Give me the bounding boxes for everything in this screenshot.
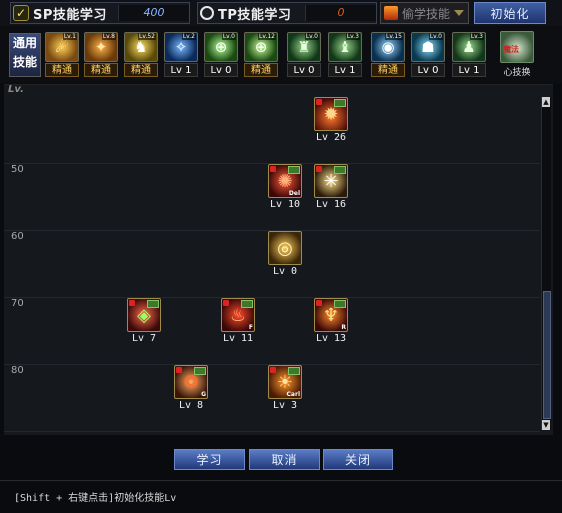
skill-level-tag: Lv 1 (452, 63, 486, 77)
skill-level-tag: 精通 (45, 63, 79, 77)
blaze-skill-icon: ☀ Carl (268, 365, 302, 399)
general-skill-slot[interactable]: ♟ Lv.3 Lv 1 (452, 32, 486, 78)
footer-hint-bar: [Shift + 右键点击]初始化技能Lv (0, 480, 562, 513)
steal-skill-dropdown[interactable]: 偷学技能 (380, 2, 469, 24)
tp-points-value: 0 (305, 5, 376, 21)
skill-level-tag: Lv 0 (411, 63, 445, 77)
inferno-skill-icon: ♆ R (314, 298, 348, 332)
chevron-down-icon (454, 10, 465, 16)
general-skill-slot[interactable]: ⊕ Lv.12 精通 (244, 32, 278, 78)
skill-level: Lv 11 (222, 333, 254, 344)
level-label: 60 (11, 231, 24, 242)
skill-slot[interactable]: ✺ Del Lv 10 (268, 164, 302, 214)
sp-learning-tab[interactable]: ✓ SP技能学习 400 (10, 2, 190, 24)
general-line-2: 技能 (12, 55, 37, 69)
skill-slot[interactable]: ♨ F Lv 11 (221, 298, 255, 348)
skill-level-tag: 精通 (124, 63, 158, 77)
demon-eye-skill-icon: ◈ (127, 298, 161, 332)
target-skill-icon: ⊕ Lv.12 (244, 32, 278, 62)
skill-level-tag: 精通 (371, 63, 405, 77)
checkmark-icon: ✓ (13, 5, 29, 21)
flame-icon (384, 6, 398, 20)
skill-slot[interactable]: ✳ Lv 16 (314, 164, 348, 214)
skill-level: Lv 10 (269, 199, 301, 210)
level-row: 70 (4, 298, 540, 365)
leap-skill-icon: ♞ Lv.52 (124, 32, 158, 62)
crosshair-skill-icon: ⊕ Lv.0 (204, 32, 238, 62)
general-skill-slot[interactable]: ⊕ Lv.0 Lv 0 (204, 32, 238, 78)
skill-level: Lv 0 (272, 266, 298, 277)
figure-skill-icon: ☗ Lv.0 (411, 32, 445, 62)
general-skills-tab[interactable]: 通用 技能 (9, 33, 41, 77)
skill-swap-caption: 心技换 (503, 68, 531, 78)
general-skill-slot[interactable]: ✧ Lv.2 Lv 1 (164, 32, 198, 78)
flame-wave-skill-icon: ♨ F (221, 298, 255, 332)
scrollbar[interactable]: ▲ ▼ (541, 97, 551, 430)
tp-learning-tab[interactable]: TP技能学习 0 (197, 2, 377, 24)
skill-level: Lv 3 (272, 400, 298, 411)
skill-level-tag: 精通 (84, 63, 118, 77)
general-skill-slot[interactable]: ◉ Lv.15 精通 (371, 32, 405, 78)
general-skill-slot[interactable]: ♞ Lv.52 精通 (124, 32, 158, 78)
general-skill-bar: 通用 技能 ☄ Lv.1 精通 ✦ Lv.8 精通 ♞ Lv.52 精通 ✧ Lv.2 … (0, 27, 562, 83)
fighter-skill-icon: ♜ Lv.0 (287, 32, 321, 62)
magic-swap-icon: 魔法 (500, 31, 534, 63)
guard-skill-icon: ♟ Lv.3 (452, 32, 486, 62)
sparkle-skill-icon: ✳ (314, 164, 348, 198)
scroll-down-icon[interactable]: ▼ (542, 420, 550, 430)
skill-level-tag: Lv 1 (164, 63, 198, 77)
radio-circle-icon (200, 6, 214, 20)
level-label: 70 (11, 298, 24, 309)
general-skill-slot[interactable]: ♝ Lv.3 Lv 1 (328, 32, 362, 78)
tp-label: TP技能学习 (218, 7, 292, 23)
skill-level-tag: Lv 0 (204, 63, 238, 77)
skill-level: Lv 16 (315, 199, 347, 210)
level-column-header: Lv. (8, 84, 24, 95)
general-skill-slot[interactable]: ✦ Lv.8 精通 (84, 32, 118, 78)
stance-skill-icon: ♝ Lv.3 (328, 32, 362, 62)
skill-level-tag: Lv 1 (328, 63, 362, 77)
skill-level-tag: Lv 0 (287, 63, 321, 77)
general-skill-slot[interactable]: ☗ Lv.0 Lv 0 (411, 32, 445, 78)
fire-burst-skill-icon: ✹ (314, 97, 348, 131)
level-label: 80 (11, 365, 24, 376)
reset-button[interactable]: 初始化 (474, 2, 546, 24)
scroll-thumb[interactable] (543, 291, 551, 419)
level-label: 50 (11, 164, 24, 175)
eye-skill-icon: ◉ Lv.15 (371, 32, 405, 62)
close-button[interactable]: 关闭 (323, 449, 393, 470)
steal-skill-label: 偷学技能 (402, 6, 451, 21)
top-bar: ✓ SP技能学习 400 TP技能学习 0 偷学技能 初始化 (0, 0, 562, 26)
level-row (4, 97, 540, 164)
whirl-skill-icon: ☄ Lv.1 (45, 32, 79, 62)
reset-hint-text: [Shift + 右键点击]初始化技能Lv (14, 493, 177, 504)
general-skill-slot[interactable]: ☄ Lv.1 精通 (45, 32, 79, 78)
skill-slot[interactable]: ✹ Lv 26 (314, 97, 348, 147)
sp-points-value: 400 (118, 5, 189, 21)
kick-skill-icon: ✦ Lv.8 (84, 32, 118, 62)
skill-slot[interactable]: ◈ Lv 7 (127, 298, 161, 348)
skill-level-tag: 精通 (244, 63, 278, 77)
skill-slot[interactable]: ♆ R Lv 13 (314, 298, 348, 348)
energy-ball-skill-icon: ❂ G (174, 365, 208, 399)
general-skill-slot[interactable]: ♜ Lv.0 Lv 0 (287, 32, 321, 78)
skill-swap-slot[interactable]: 魔法 心技换 (500, 31, 534, 79)
explosion-skill-icon: ✺ Del (268, 164, 302, 198)
skill-level: Lv 26 (315, 132, 347, 143)
skill-slot[interactable]: ◎ Lv 0 (268, 231, 302, 281)
skill-slot[interactable]: ☀ Carl Lv 3 (268, 365, 302, 415)
scroll-up-icon[interactable]: ▲ (542, 97, 550, 107)
backstep-skill-icon: ✧ Lv.2 (164, 32, 198, 62)
sp-label: SP技能学习 (33, 7, 107, 23)
skill-level: Lv 7 (131, 333, 157, 344)
learn-button[interactable]: 学习 (174, 449, 245, 470)
general-line-1: 通用 (12, 36, 37, 50)
skill-slot[interactable]: ❂ G Lv 8 (174, 365, 208, 415)
cancel-button[interactable]: 取消 (249, 449, 320, 470)
vortex-skill-icon: ◎ (268, 231, 302, 265)
skill-level: Lv 8 (178, 400, 204, 411)
skill-level: Lv 13 (315, 333, 347, 344)
